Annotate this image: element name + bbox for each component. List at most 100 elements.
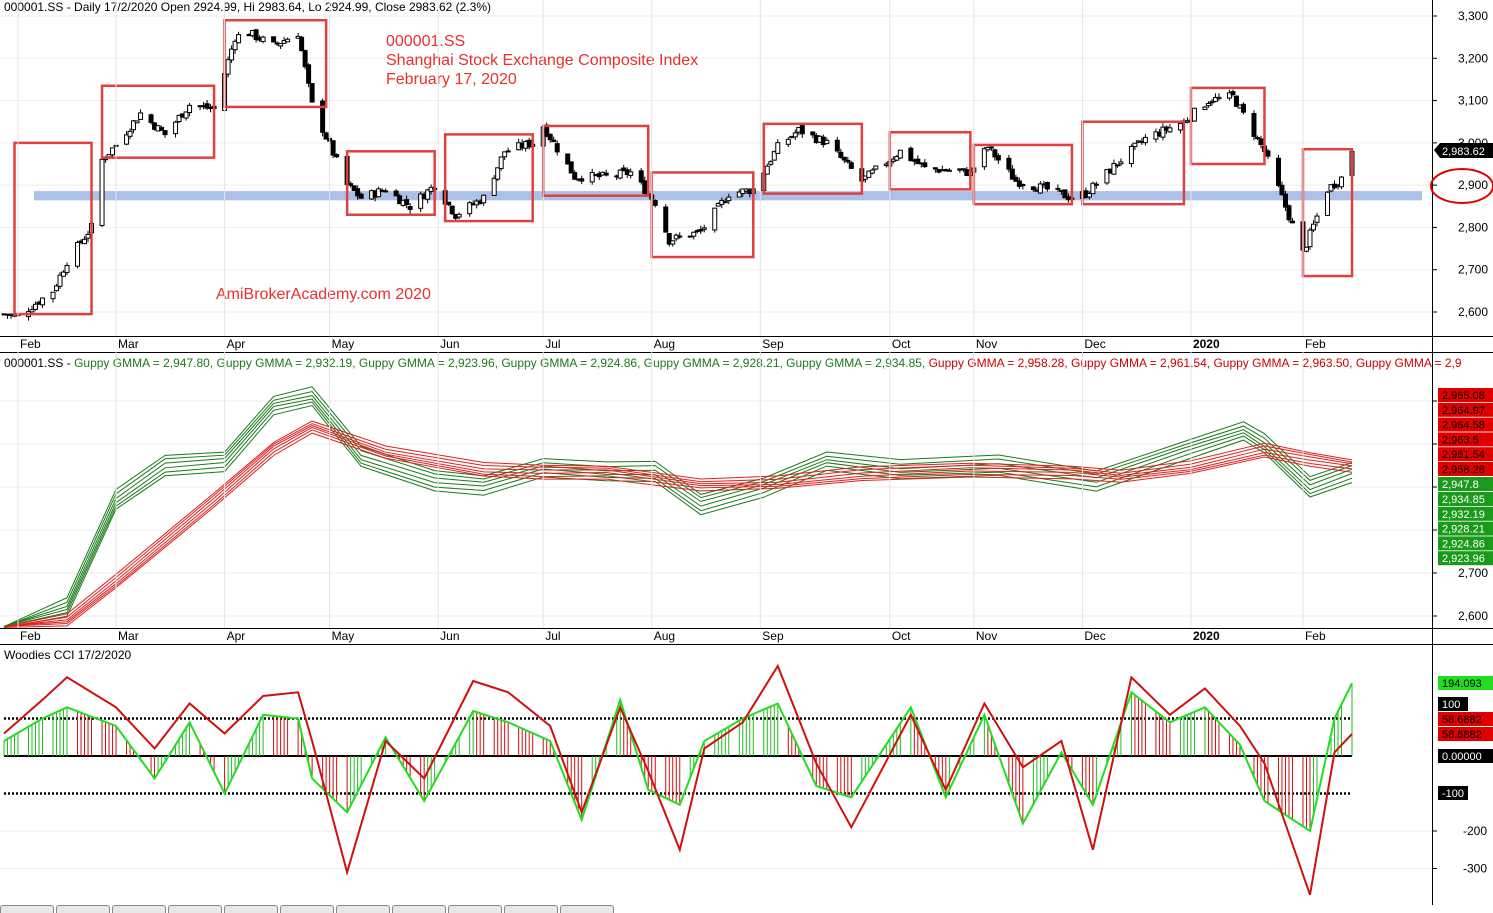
gmma-header-part: Guppy GMMA = 2,947.80,: [74, 356, 216, 370]
candle-body: [848, 162, 854, 169]
candle-body: [981, 148, 987, 168]
gmma-red-tag-label: 2,963.5: [1442, 434, 1479, 446]
gmma-month-label: Nov: [976, 629, 997, 643]
candle-body: [309, 83, 315, 103]
price-month-label: May: [332, 337, 355, 351]
candle-body: [792, 132, 798, 138]
candle-body: [1202, 106, 1208, 111]
price-month-label: 2020: [1193, 337, 1220, 351]
gmma-green-tag-label: 2,947.8: [1442, 479, 1479, 491]
candle-body: [306, 64, 312, 84]
candle-body: [99, 158, 105, 226]
gmma-header-part: Guppy GMMA = 2,932.19,: [216, 356, 358, 370]
candle-body: [348, 183, 354, 186]
candle-body: [677, 235, 683, 238]
candle-body: [187, 104, 193, 113]
gmma-month-label: Oct: [892, 629, 911, 643]
candle-body: [162, 130, 168, 136]
watermark-text: AmiBrokerAcademy.com 2020: [216, 286, 431, 303]
gmma-month-label: Feb: [1305, 629, 1326, 643]
gmma-header-part: Guppy GMMA = 2,9: [1356, 356, 1462, 370]
candle-body: [603, 172, 609, 176]
price-month-label: Nov: [976, 337, 997, 351]
candle-body: [330, 140, 336, 156]
candle-body: [1006, 157, 1012, 170]
candle-body: [568, 161, 574, 174]
gmma-month-label: Feb: [20, 629, 41, 643]
candle-body: [278, 43, 284, 47]
candle-body: [33, 303, 39, 310]
cci-tick-label: -200: [1463, 824, 1487, 838]
gmma-header-part: Guppy GMMA = 2,924.86,: [501, 356, 643, 370]
gmma-header-part: Guppy GMMA = 2,934.85,: [786, 356, 928, 370]
gmma-month-label: May: [332, 629, 355, 643]
candle-body: [712, 207, 718, 231]
price-tick-label: 3,300: [1458, 9, 1488, 23]
candle-body: [404, 199, 410, 205]
price-month-label: Jul: [545, 337, 560, 351]
stock-chart: 000001.SS - Daily 17/2/2020 Open 2924.99…: [0, 0, 1493, 912]
gmma-red-tag-label: 2,964.97: [1442, 405, 1485, 417]
candle-body: [138, 112, 144, 120]
candle-body: [810, 131, 816, 136]
candle-body: [1289, 220, 1295, 224]
price-tick-label: 2,800: [1458, 220, 1488, 234]
candle-body: [481, 194, 487, 204]
candle-body: [617, 169, 623, 179]
candle-body: [922, 162, 928, 168]
candle-body: [57, 274, 63, 287]
candle-body: [726, 196, 732, 202]
candle-body: [1240, 103, 1246, 113]
price-month-label: Mar: [118, 337, 139, 351]
candle-body: [1205, 102, 1211, 107]
candle-body: [456, 213, 462, 218]
candle-body: [551, 139, 557, 143]
candle-body: [495, 167, 501, 180]
candle-body: [271, 36, 277, 43]
gmma-green-tag-label: 2,924.86: [1442, 538, 1485, 550]
candle-body: [1044, 182, 1050, 190]
candle-body: [1310, 223, 1316, 231]
cci-value-tag-label: 58.6882: [1442, 729, 1482, 741]
candle-body: [40, 297, 46, 306]
gmma-header-part: Guppy GMMA = 2,958.28,: [929, 356, 1071, 370]
candle-body: [449, 205, 455, 215]
candle-body: [148, 114, 154, 123]
candle-body: [663, 206, 669, 233]
price-month-label: Feb: [1305, 337, 1326, 351]
candle-body: [768, 161, 774, 165]
gmma-red-tag-label: 2,965.08: [1442, 390, 1485, 402]
cci-value-tag-label: 58.6882: [1442, 714, 1482, 726]
candle-body: [1265, 150, 1271, 157]
gmma-tick-label: 2,700: [1458, 566, 1488, 580]
price-month-label: Sep: [762, 337, 784, 351]
candle-body: [1030, 186, 1036, 191]
price-month-label: Feb: [20, 337, 41, 351]
gmma-panel-header: 000001.SS - Guppy GMMA = 2,947.80, Guppy…: [4, 356, 1462, 370]
candle-body: [988, 146, 994, 149]
candle-body: [1338, 176, 1344, 188]
candle-body: [628, 171, 634, 176]
candle-body: [505, 150, 511, 153]
candle-body: [722, 201, 728, 204]
sheet-tabs[interactable]: [0, 905, 620, 913]
candle-body: [491, 177, 497, 196]
candle-body: [1216, 96, 1222, 100]
candle-body: [393, 190, 399, 197]
price-tick-label: 3,100: [1458, 94, 1488, 108]
candle-body: [85, 233, 91, 239]
price-tick-label: 2,900: [1458, 178, 1488, 192]
annotation-ticker: 000001.SS: [386, 33, 465, 50]
candle-body: [572, 172, 578, 180]
price-tick-label: 2,600: [1458, 305, 1488, 319]
candle-body: [579, 178, 585, 182]
candle-body: [64, 264, 70, 273]
candle-body: [50, 291, 56, 300]
candle-body: [1258, 138, 1264, 145]
gmma-red-tag-label: 2,958.28: [1442, 464, 1485, 476]
candle-body: [908, 147, 914, 162]
candle-body: [29, 309, 35, 313]
gmma-green-tag-label: 2,928.21: [1442, 524, 1485, 536]
gmma-month-label: Jul: [545, 629, 560, 643]
candle-body: [383, 190, 389, 193]
